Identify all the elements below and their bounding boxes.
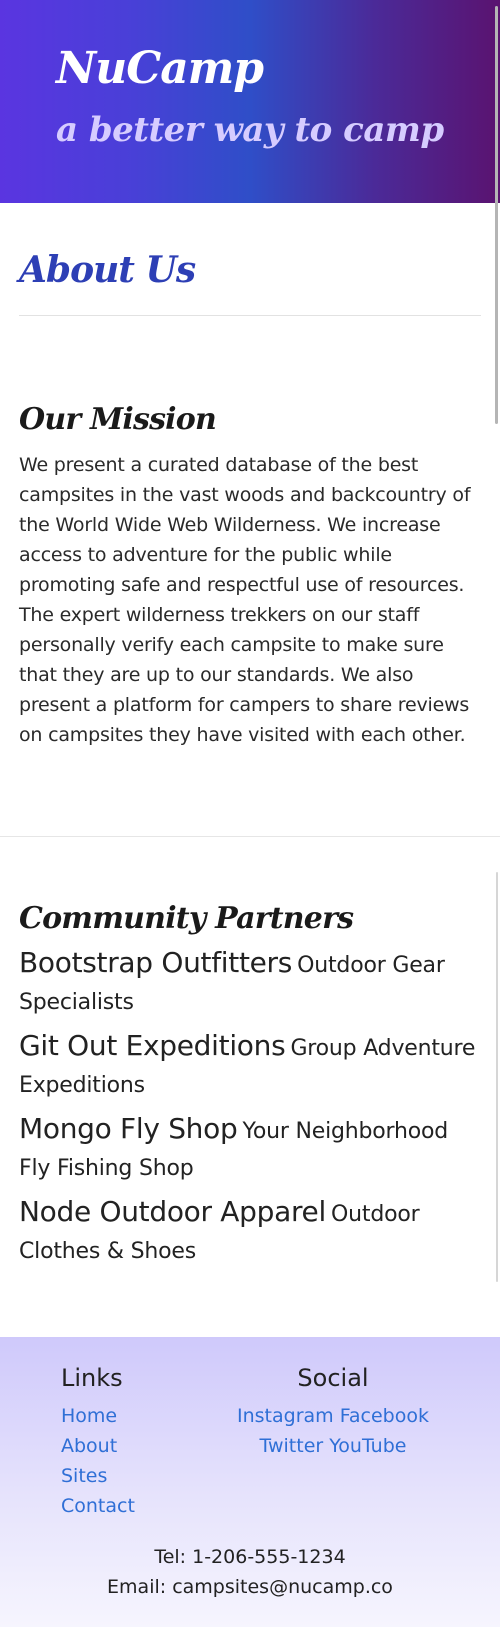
- footer-link-contact[interactable]: Contact: [61, 1491, 135, 1521]
- brand-tagline: a better way to camp: [56, 110, 444, 150]
- contact-tel: Tel: 1-206-555-1234: [154, 1546, 346, 1568]
- main-content: About Us Our Mission We present a curate…: [0, 245, 500, 1271]
- social-link-facebook[interactable]: Facebook: [340, 1401, 429, 1431]
- partner-item: Mongo Fly Shop Your Neighborhood Fly Fis…: [19, 1111, 481, 1188]
- footer-link-home[interactable]: Home: [61, 1401, 135, 1431]
- partner-item: Node Outdoor Apparel Outdoor Clothes & S…: [19, 1194, 481, 1271]
- footer-link-sites[interactable]: Sites: [61, 1461, 135, 1491]
- footer-social-title: Social: [297, 1364, 369, 1392]
- site-footer: Links Home About Sites Contact Social In…: [0, 1337, 500, 1627]
- partners-title: Community Partners: [19, 901, 354, 936]
- footer-links-title: Links: [61, 1364, 123, 1392]
- partner-name: Node Outdoor Apparel: [19, 1195, 326, 1228]
- partner-item: Git Out Expeditions Group Adventure Expe…: [19, 1028, 481, 1105]
- contact-info: Tel: 1-206-555-1234 Email: campsites@nuc…: [0, 1542, 500, 1602]
- social-link-twitter[interactable]: Twitter: [260, 1431, 324, 1461]
- social-link-instagram[interactable]: Instagram: [237, 1401, 334, 1431]
- section-divider: [0, 836, 500, 837]
- contact-email: Email: campsites@nucamp.co: [107, 1576, 393, 1598]
- site-header: NuCamp a better way to camp: [0, 0, 500, 203]
- partner-name: Git Out Expeditions: [19, 1029, 286, 1062]
- footer-link-about[interactable]: About: [61, 1431, 135, 1461]
- footer-links: Links Home About Sites Contact: [61, 1361, 135, 1521]
- footer-social: Social Instagram Facebook Twitter YouTub…: [220, 1361, 446, 1461]
- social-link-youtube[interactable]: YouTube: [329, 1431, 406, 1461]
- mission-title: Our Mission: [19, 402, 217, 437]
- partner-name: Bootstrap Outfitters: [19, 946, 293, 979]
- social-row: Instagram Facebook: [220, 1401, 446, 1431]
- mission-text: We present a curated database of the bes…: [19, 454, 471, 746]
- brand-title[interactable]: NuCamp: [56, 40, 500, 98]
- page-title: About Us: [19, 249, 196, 291]
- social-row: Twitter YouTube: [220, 1431, 446, 1461]
- partner-item: Bootstrap Outfitters Outdoor Gear Specia…: [19, 945, 481, 1022]
- scrollbar-track-hint: [496, 872, 498, 1282]
- scrollbar-thumb[interactable]: [495, 6, 498, 424]
- partner-name: Mongo Fly Shop: [19, 1112, 238, 1145]
- title-divider: [19, 315, 481, 316]
